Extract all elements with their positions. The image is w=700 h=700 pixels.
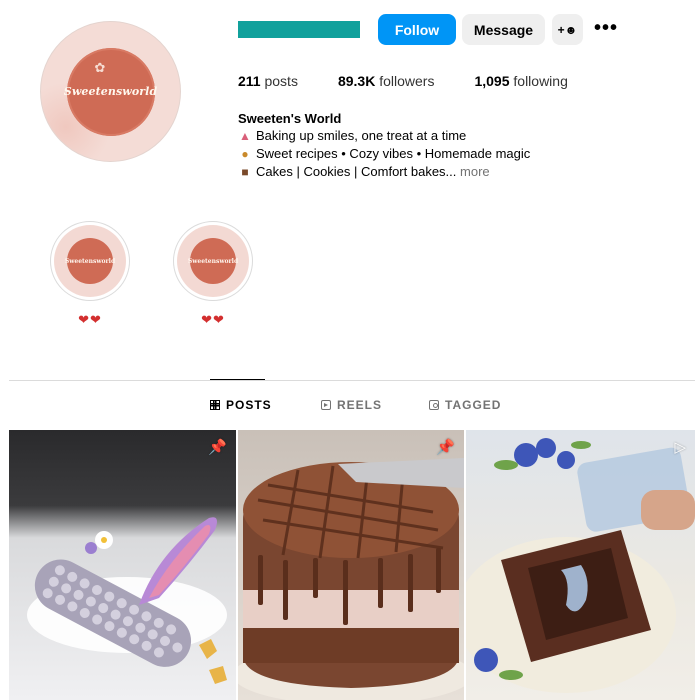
highlight-ring: Sweetensworld — [50, 221, 130, 301]
profile-avatar[interactable]: ✿ Sweetensworld — [40, 21, 181, 162]
username-redacted — [238, 21, 360, 38]
post-thumbnail[interactable]: 📌 — [238, 430, 464, 700]
posts-count: 211 posts — [238, 73, 298, 89]
post-image — [238, 458, 464, 700]
highlight-label: ❤❤ — [78, 312, 102, 327]
add-user-icon: +☻ — [557, 22, 578, 37]
story-highlight[interactable]: Sweetensworld ❤❤ — [173, 221, 253, 328]
grid-icon — [210, 400, 220, 410]
post-image — [27, 517, 227, 684]
cake-icon: ■ — [241, 165, 249, 179]
following-link[interactable]: 1,095 following — [474, 73, 567, 89]
highlight-thumbnail: Sweetensworld — [188, 238, 238, 284]
tab-tagged[interactable]: TAGGED — [429, 398, 501, 412]
post-image — [466, 438, 695, 693]
tabs-divider — [9, 380, 695, 381]
tab-posts[interactable]: POSTS — [210, 398, 272, 412]
bio-line-3: ■ Cakes | Cookies | Comfort bakes... more — [238, 163, 530, 181]
more-icon: ••• — [593, 17, 618, 39]
followers-link[interactable]: 89.3K followers — [338, 73, 435, 89]
tab-reels[interactable]: REELS — [321, 398, 382, 412]
avatar-text: Sweetensworld — [63, 85, 158, 98]
profile-stats: 211 posts 89.3K followers 1,095 followin… — [238, 73, 608, 89]
post-thumbnail[interactable]: 📌 — [9, 430, 236, 700]
sprig-icon: ✿ — [94, 59, 106, 75]
more-options-button[interactable]: ••• — [592, 13, 620, 44]
avatar-logo: ✿ Sweetensworld — [63, 47, 158, 136]
highlight-thumbnail: Sweetensworld — [65, 238, 115, 284]
bio-line-2: ● Sweet recipes • Cozy vibes • Homemade m… — [238, 145, 530, 163]
suggest-user-button[interactable]: +☻ — [552, 14, 583, 45]
cookie-icon: ● — [241, 147, 249, 161]
highlight-ring: Sweetensworld — [173, 221, 253, 301]
profile-display-name: Sweeten's World — [238, 111, 342, 126]
post-thumbnail[interactable]: ▷ — [466, 430, 695, 700]
pin-icon: 📌 — [208, 439, 227, 456]
bio-more-link[interactable]: more — [460, 164, 490, 179]
pin-icon: 📌 — [436, 439, 455, 456]
story-highlight[interactable]: Sweetensworld ❤❤ — [50, 221, 130, 328]
bio-line-1: ▲ Baking up smiles, one treat at a time — [239, 128, 467, 143]
active-tab-indicator — [210, 379, 265, 380]
highlight-label: ❤❤ — [201, 312, 225, 327]
tagged-icon — [429, 400, 439, 410]
reels-icon — [321, 400, 331, 410]
profile-bio: Sweeten's World ▲ Baking up smiles, one t… — [238, 110, 530, 181]
reel-icon: ▷ — [674, 439, 686, 456]
message-button[interactable]: Message — [462, 14, 545, 45]
cupcake-icon: ▲ — [239, 129, 251, 143]
follow-button[interactable]: Follow — [378, 14, 456, 45]
